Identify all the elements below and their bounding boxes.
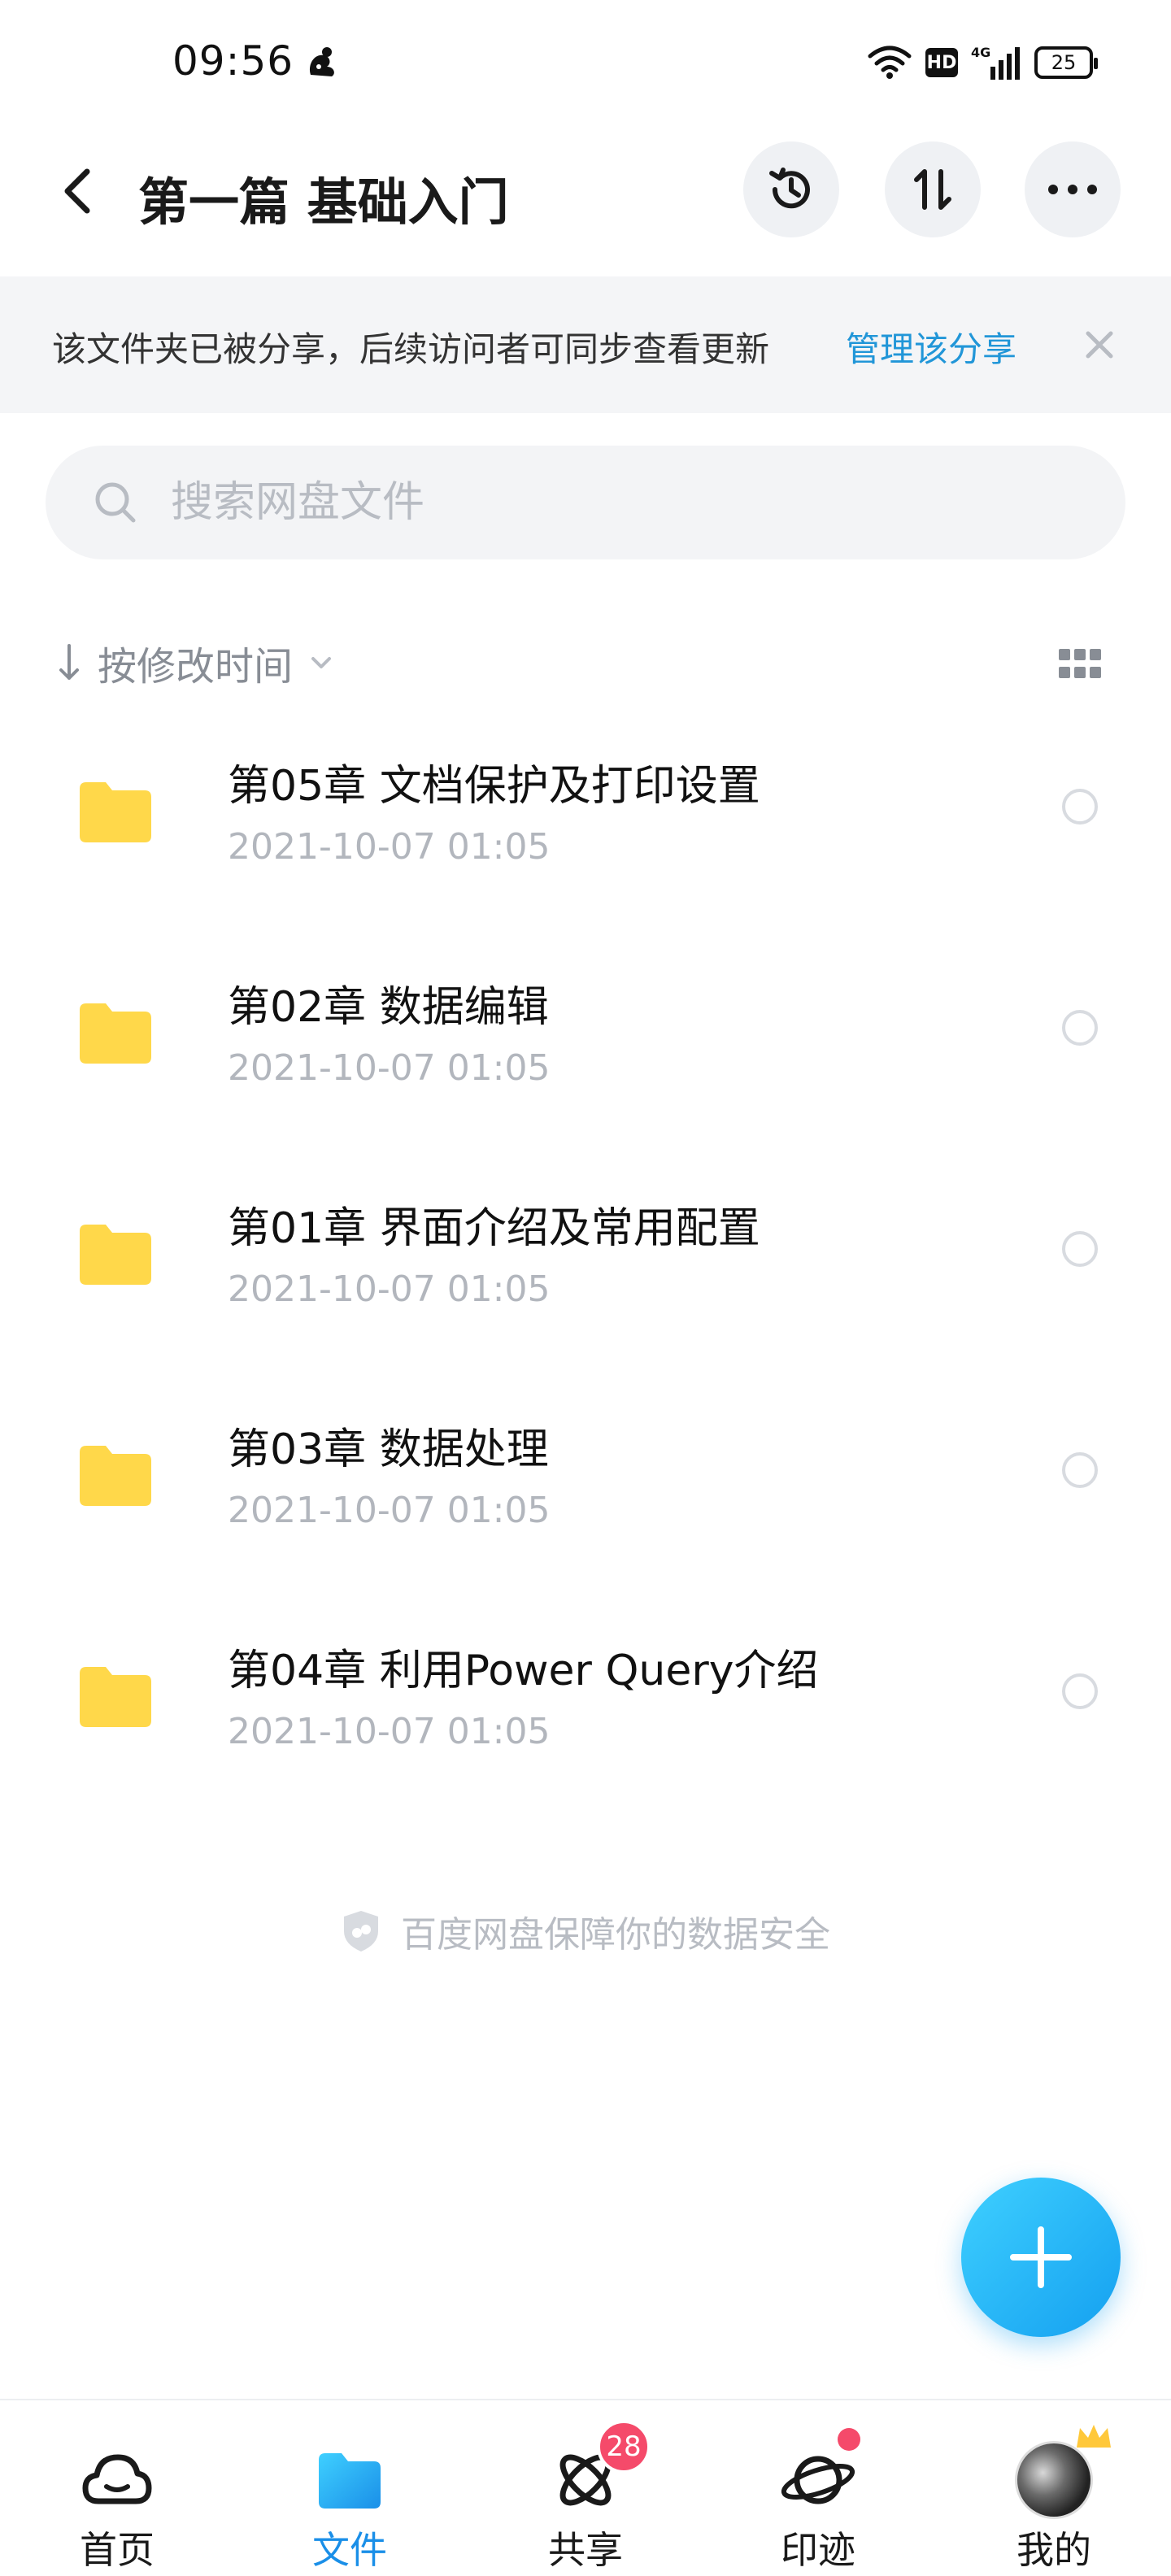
file-name: 第05章 文档保护及打印设置 — [228, 762, 760, 811]
cellular-signal-icon: 4G — [971, 45, 1020, 80]
file-date: 2021-10-07 01:05 — [228, 1490, 551, 1531]
select-checkbox[interactable] — [1062, 1452, 1098, 1488]
history-button[interactable] — [743, 141, 839, 237]
select-checkbox[interactable] — [1062, 1231, 1098, 1267]
nav-label: 共享 — [548, 2528, 623, 2572]
file-browser-screen: 09:56 HD 4G 25 第一篇 基础入门 该文件夹已被分享，后续访问者可同… — [0, 0, 1171, 2576]
share-notice-banner: 该文件夹已被分享，后续访问者可同步查看更新 管理该分享 — [0, 276, 1171, 413]
data-safety-note: 百度网盘保障你的数据安全 — [0, 1903, 1171, 1960]
list-item[interactable]: 第05章 文档保护及打印设置 2021-10-07 01:05 — [0, 722, 1171, 943]
nav-label: 首页 — [80, 2528, 155, 2572]
planet-icon — [777, 2439, 859, 2521]
sort-dropdown[interactable]: 按修改时间 — [57, 634, 333, 691]
nav-item-share[interactable]: 28 共享 — [504, 2400, 667, 2576]
nav-item-home[interactable]: 首页 — [36, 2400, 198, 2576]
top-app-bar: 第一篇 基础入门 — [0, 138, 1171, 244]
select-checkbox[interactable] — [1062, 1010, 1098, 1046]
search-icon — [95, 482, 136, 523]
squirrel-app-icon — [309, 47, 334, 76]
file-name: 第04章 利用Power Query介绍 — [228, 1647, 819, 1695]
nav-item-files[interactable]: 文件 — [268, 2400, 431, 2576]
status-indicators: HD 4G 25 — [867, 42, 1098, 83]
search-bar[interactable] — [46, 446, 1125, 559]
nav-label: 印迹 — [781, 2528, 855, 2572]
sort-label: 按修改时间 — [98, 644, 294, 690]
file-name: 第03章 数据处理 — [228, 1425, 549, 1474]
folder-icon — [80, 1446, 151, 1506]
manage-share-link[interactable]: 管理该分享 — [846, 322, 1016, 372]
sort-toolbar: 按修改时间 — [0, 626, 1171, 699]
wifi-icon — [868, 46, 912, 79]
shield-icon — [344, 1911, 378, 1952]
close-icon — [1086, 331, 1113, 359]
list-item[interactable]: 第03章 数据处理 2021-10-07 01:05 — [0, 1386, 1171, 1607]
back-button[interactable] — [49, 163, 106, 220]
avatar — [1015, 2441, 1093, 2519]
search-input[interactable] — [171, 473, 1065, 532]
battery-indicator: 25 — [1034, 46, 1098, 79]
grid-view-icon[interactable] — [1056, 646, 1104, 686]
nav-label: 我的 — [1016, 2528, 1091, 2572]
safety-text: 百度网盘保障你的数据安全 — [401, 1914, 830, 1956]
page-title: 第一篇 基础入门 — [138, 172, 509, 232]
nav-item-profile[interactable]: 我的 — [973, 2400, 1135, 2576]
file-date: 2021-10-07 01:05 — [228, 1047, 551, 1089]
folder-icon — [309, 2439, 390, 2521]
chevron-down-icon — [311, 657, 332, 668]
list-item[interactable]: 第01章 界面介绍及常用配置 2021-10-07 01:05 — [0, 1164, 1171, 1386]
chevron-left-icon — [64, 168, 90, 214]
more-dots-icon — [1048, 185, 1097, 194]
folder-icon — [80, 1667, 151, 1727]
hd-badge: HD — [925, 48, 958, 77]
plus-icon — [1010, 2226, 1072, 2288]
status-bar: 09:56 HD 4G 25 — [0, 0, 1171, 122]
history-clock-icon — [769, 168, 810, 209]
transfer-button[interactable] — [885, 141, 981, 237]
share-notice-text: 该文件夹已被分享，后续访问者可同步查看更新 — [52, 329, 770, 369]
file-date: 2021-10-07 01:05 — [228, 826, 551, 868]
select-checkbox[interactable] — [1062, 789, 1098, 825]
more-button[interactable] — [1025, 141, 1121, 237]
notification-dot — [838, 2428, 860, 2451]
folder-icon — [80, 1225, 151, 1285]
nav-label: 文件 — [312, 2528, 387, 2572]
bottom-navigation: 首页 文件 28 共享 印迹 我的 — [0, 2399, 1171, 2576]
status-time: 09:56 — [172, 37, 294, 85]
file-name: 第02章 数据编辑 — [228, 983, 549, 1032]
crown-icon — [1077, 2425, 1111, 2448]
file-name: 第01章 界面介绍及常用配置 — [228, 1204, 760, 1253]
add-button[interactable] — [961, 2178, 1121, 2337]
nav-item-footprint[interactable]: 印迹 — [737, 2400, 899, 2576]
list-item[interactable]: 第04章 利用Power Query介绍 2021-10-07 01:05 — [0, 1607, 1171, 1828]
arrow-down-icon — [59, 644, 79, 680]
file-date: 2021-10-07 01:05 — [228, 1711, 551, 1752]
svg-text:4G: 4G — [971, 45, 990, 60]
cloud-home-icon — [76, 2439, 158, 2521]
list-item[interactable]: 第02章 数据编辑 2021-10-07 01:05 — [0, 943, 1171, 1164]
transfer-arrows-icon — [914, 169, 951, 210]
file-list: 第05章 文档保护及打印设置 2021-10-07 01:05 第02章 数据编… — [0, 722, 1171, 1828]
folder-icon — [80, 782, 151, 842]
select-checkbox[interactable] — [1062, 1673, 1098, 1709]
notification-badge: 28 — [597, 2420, 651, 2474]
folder-icon — [80, 1003, 151, 1064]
close-banner-button[interactable] — [1073, 319, 1125, 371]
avatar-wrapper — [1013, 2439, 1095, 2521]
file-date: 2021-10-07 01:05 — [228, 1268, 551, 1310]
